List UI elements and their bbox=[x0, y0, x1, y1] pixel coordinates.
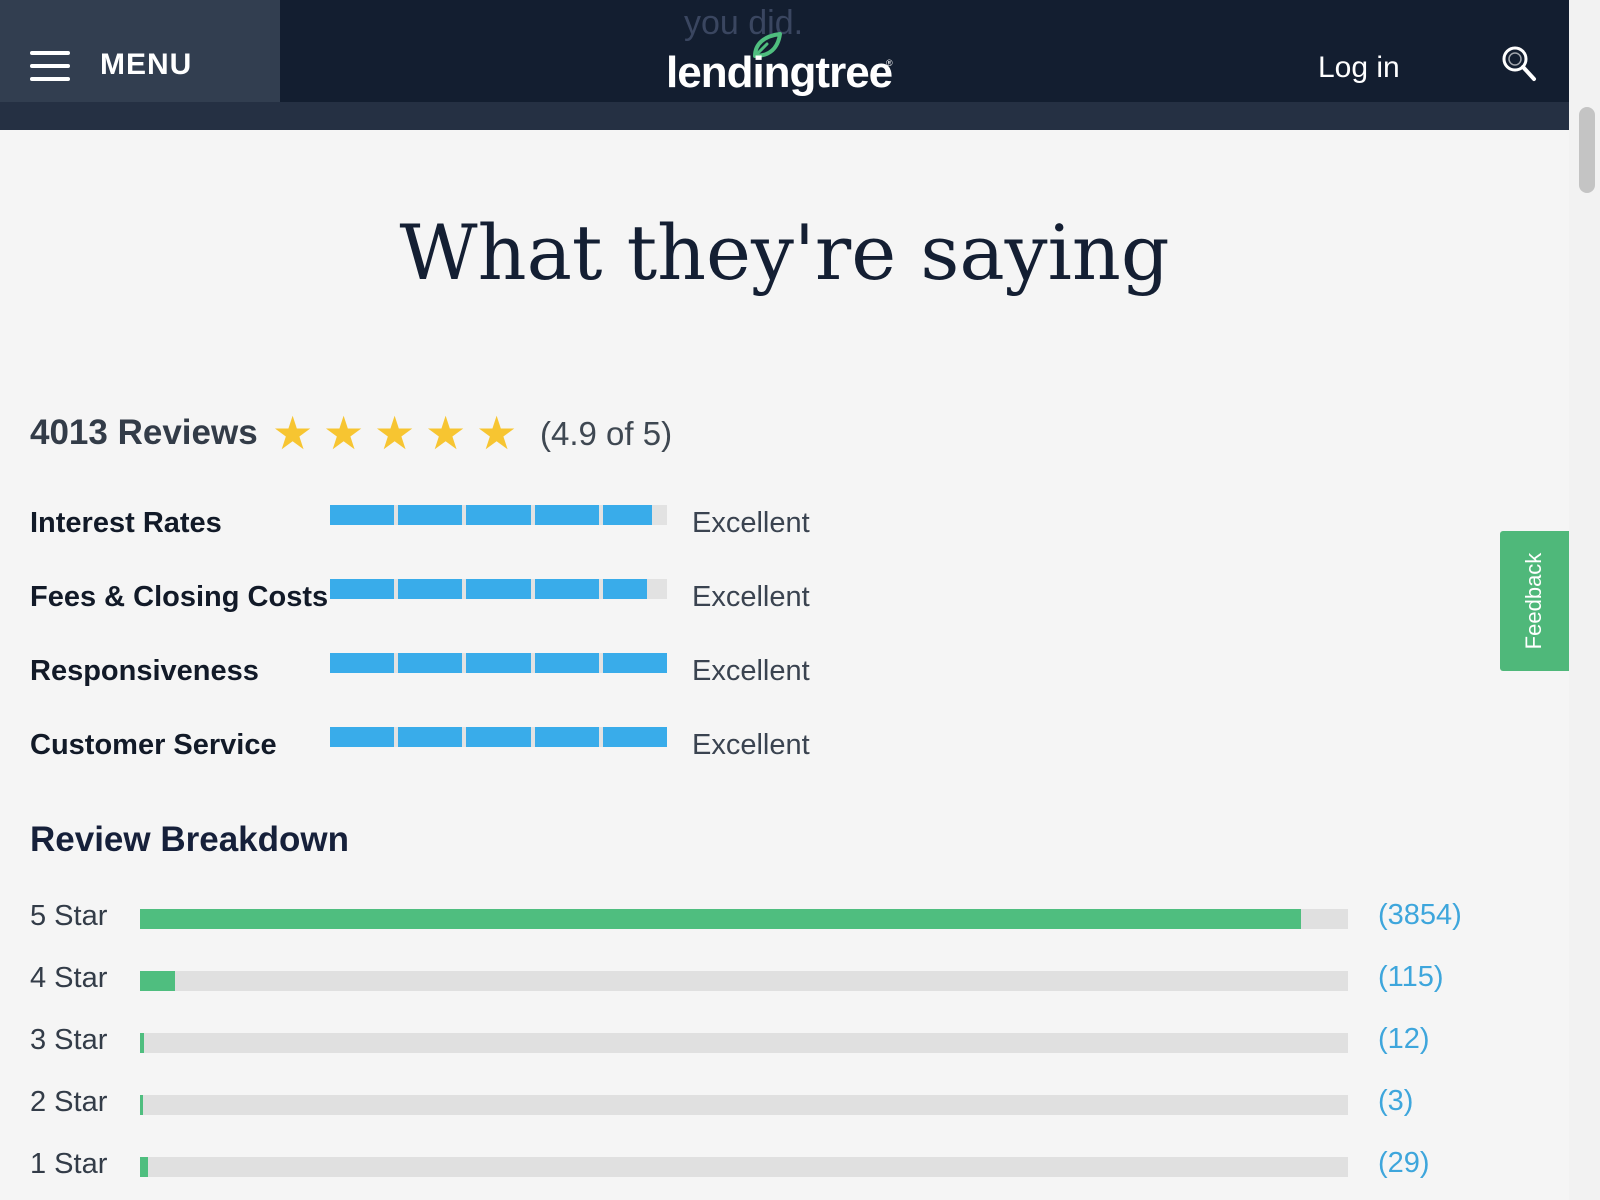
breakdown-fill bbox=[140, 971, 176, 991]
score-segment bbox=[602, 505, 652, 525]
review-count: 4013 Reviews bbox=[30, 413, 258, 452]
breakdown-track bbox=[140, 971, 1348, 991]
breakdown-row-1-star: 1 Star (29) bbox=[30, 1146, 1470, 1186]
score-segment bbox=[398, 505, 463, 525]
score-segment bbox=[466, 653, 531, 673]
star-level-label: 2 Star bbox=[30, 1086, 108, 1118]
score-segment bbox=[602, 579, 647, 599]
star-rating: ★ ★ ★ ★ ★ bbox=[272, 408, 527, 458]
score-segment bbox=[602, 653, 667, 673]
breakdown-row-3-star: 3 Star (12) bbox=[30, 1022, 1470, 1062]
score-segment bbox=[398, 579, 463, 599]
breakdown-fill bbox=[140, 1095, 143, 1115]
star-level-label: 1 Star bbox=[30, 1148, 108, 1180]
header-bottom-strip bbox=[0, 102, 1569, 130]
review-count-link[interactable]: (115) bbox=[1378, 961, 1444, 994]
logo-trademark: ® bbox=[886, 58, 893, 68]
category-score-bar bbox=[330, 505, 667, 525]
category-value: Excellent bbox=[692, 581, 810, 613]
score-segment bbox=[330, 505, 395, 525]
category-score-bar bbox=[330, 727, 667, 747]
category-score-bar bbox=[330, 579, 667, 599]
breakdown-fill bbox=[140, 1033, 144, 1053]
score-segment bbox=[534, 579, 599, 599]
review-count-link[interactable]: (3854) bbox=[1378, 899, 1462, 932]
menu-label: MENU bbox=[100, 48, 193, 81]
scrollbar-thumb[interactable] bbox=[1579, 107, 1595, 193]
star-icon: ★ bbox=[425, 406, 467, 460]
breakdown-track bbox=[140, 1095, 1348, 1115]
score-segment bbox=[330, 579, 395, 599]
review-count-link[interactable]: (12) bbox=[1378, 1023, 1430, 1056]
breakdown-fill bbox=[140, 1157, 149, 1177]
score-segment bbox=[534, 653, 599, 673]
review-count-link[interactable]: (29) bbox=[1378, 1147, 1430, 1180]
breakdown-title: Review Breakdown bbox=[30, 820, 349, 859]
feedback-label: Feedback bbox=[1521, 552, 1546, 650]
breakdown-row-5-star: 5 Star (3854) bbox=[30, 898, 1470, 938]
star-icon: ★ bbox=[476, 406, 518, 460]
breakdown-row-2-star: 2 Star (3) bbox=[30, 1084, 1470, 1124]
category-label: Responsiveness bbox=[30, 655, 259, 687]
section-title: What they're saying bbox=[399, 208, 1170, 297]
score-segment bbox=[602, 727, 667, 747]
score-segment bbox=[398, 653, 463, 673]
breakdown-fill bbox=[140, 909, 1301, 929]
score-segment bbox=[330, 653, 395, 673]
breakdown-track bbox=[140, 909, 1348, 929]
breakdown-track bbox=[140, 1033, 1348, 1053]
score-segment bbox=[330, 727, 395, 747]
category-value: Excellent bbox=[692, 507, 810, 539]
star-level-label: 3 Star bbox=[30, 1024, 108, 1056]
category-label: Fees & Closing Costs bbox=[30, 581, 329, 613]
score-segment bbox=[466, 505, 531, 525]
score-segment bbox=[398, 727, 463, 747]
top-header: you did. MENU lendingtree ® Log in bbox=[0, 0, 1569, 129]
rating-text: (4.9 of 5) bbox=[540, 415, 673, 452]
lendingtree-logo[interactable]: lendingtree ® bbox=[666, 26, 896, 102]
feedback-tab[interactable]: Feedback bbox=[1500, 531, 1569, 671]
category-label: Customer Service bbox=[30, 729, 277, 761]
breakdown-row-4-star: 4 Star (115) bbox=[30, 960, 1470, 1000]
star-icon: ★ bbox=[323, 406, 365, 460]
page-scrollbar[interactable] bbox=[1569, 0, 1600, 1200]
category-value: Excellent bbox=[692, 729, 810, 761]
star-level-label: 4 Star bbox=[30, 962, 108, 994]
hamburger-icon bbox=[30, 51, 70, 81]
login-link[interactable]: Log in bbox=[1318, 51, 1400, 85]
score-segment bbox=[466, 727, 531, 747]
score-segment bbox=[534, 727, 599, 747]
search-icon[interactable] bbox=[1500, 44, 1538, 84]
logo-wordmark: lendingtree bbox=[666, 48, 893, 97]
score-segment bbox=[534, 505, 599, 525]
category-value: Excellent bbox=[692, 655, 810, 687]
review-count-link[interactable]: (3) bbox=[1378, 1085, 1413, 1118]
star-icon: ★ bbox=[272, 406, 314, 460]
category-label: Interest Rates bbox=[30, 507, 222, 539]
score-segment bbox=[466, 579, 531, 599]
star-icon: ★ bbox=[374, 406, 416, 460]
star-level-label: 5 Star bbox=[30, 900, 108, 932]
breakdown-track bbox=[140, 1157, 1348, 1177]
category-score-bar bbox=[330, 653, 667, 673]
